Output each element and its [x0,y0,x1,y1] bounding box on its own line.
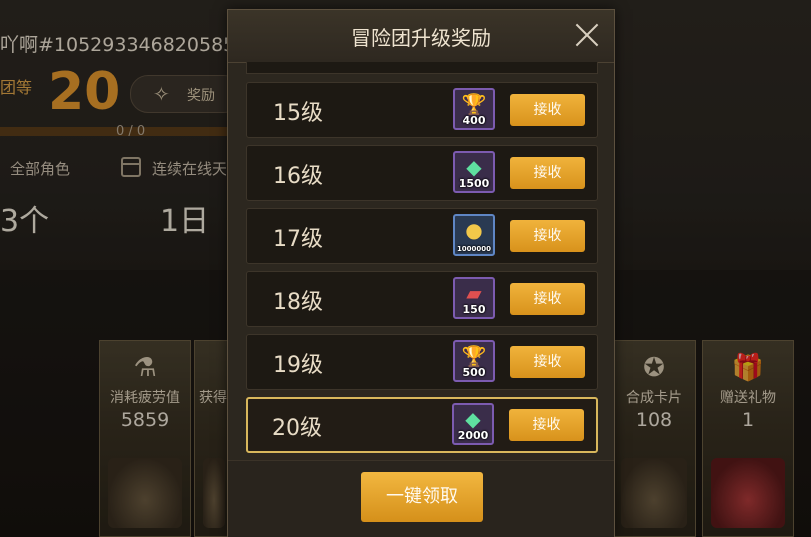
reward-item[interactable]: ◆ 2000 [452,403,494,445]
reward-row: 19级 🏆 500 接收 [246,334,598,390]
reward-level: 17级 [273,227,323,252]
modal-title: 冒险团升级奖励 [351,26,491,50]
reward-level: 15级 [273,101,323,126]
claim-button[interactable]: 接收 [510,283,585,315]
reward-item[interactable]: ▰ 150 [453,277,495,319]
claim-button[interactable]: 接收 [509,409,584,441]
reward-item[interactable]: ◆ 1500 [453,151,495,193]
gem-icon: ◆ [466,155,482,179]
ticket-icon: ▰ [466,281,482,305]
trophy-icon: 🏆 [461,92,487,116]
level-reward-modal: 冒险团升级奖励 15级 🏆 400 接收 16级 ◆ 1500 接收 17级 ● [227,9,615,537]
reward-qty: 1000000 [456,245,492,253]
claim-button[interactable]: 接收 [510,157,585,189]
trophy-icon: 🏆 [461,344,487,368]
reward-row: 16级 ◆ 1500 接收 [246,145,598,201]
gem-icon: ◆ [465,407,481,431]
reward-row: 17级 ● 1000000 接收 [246,208,598,264]
claim-button[interactable]: 接收 [510,94,585,126]
reward-list[interactable]: 15级 🏆 400 接收 16级 ◆ 1500 接收 17级 ● 1000000… [246,62,598,462]
close-icon[interactable] [574,22,600,48]
reward-level: 20级 [272,416,322,441]
claim-button[interactable]: 接收 [510,220,585,252]
reward-item[interactable]: 🏆 500 [453,340,495,382]
reward-qty: 150 [462,303,486,316]
reward-item[interactable]: 🏆 400 [453,88,495,130]
modal-header: 冒险团升级奖励 [228,10,614,63]
reward-row: 15级 🏆 400 接收 [246,82,598,138]
reward-row-selected: 20级 ◆ 2000 接收 [246,397,598,453]
reward-item[interactable]: ● 1000000 [453,214,495,256]
reward-level: 19级 [273,353,323,378]
reward-qty: 2000 [457,429,489,442]
reward-row: 18级 ▰ 150 接收 [246,271,598,327]
claim-button[interactable]: 接收 [510,346,585,378]
reward-qty: 1500 [458,177,490,190]
reward-qty: 400 [462,114,486,127]
claim-all-button[interactable]: 一键领取 [361,472,483,522]
reward-qty: 500 [462,366,486,379]
reward-level: 16级 [273,164,323,189]
coins-icon: ● [465,218,483,242]
reward-level: 18级 [273,290,323,315]
